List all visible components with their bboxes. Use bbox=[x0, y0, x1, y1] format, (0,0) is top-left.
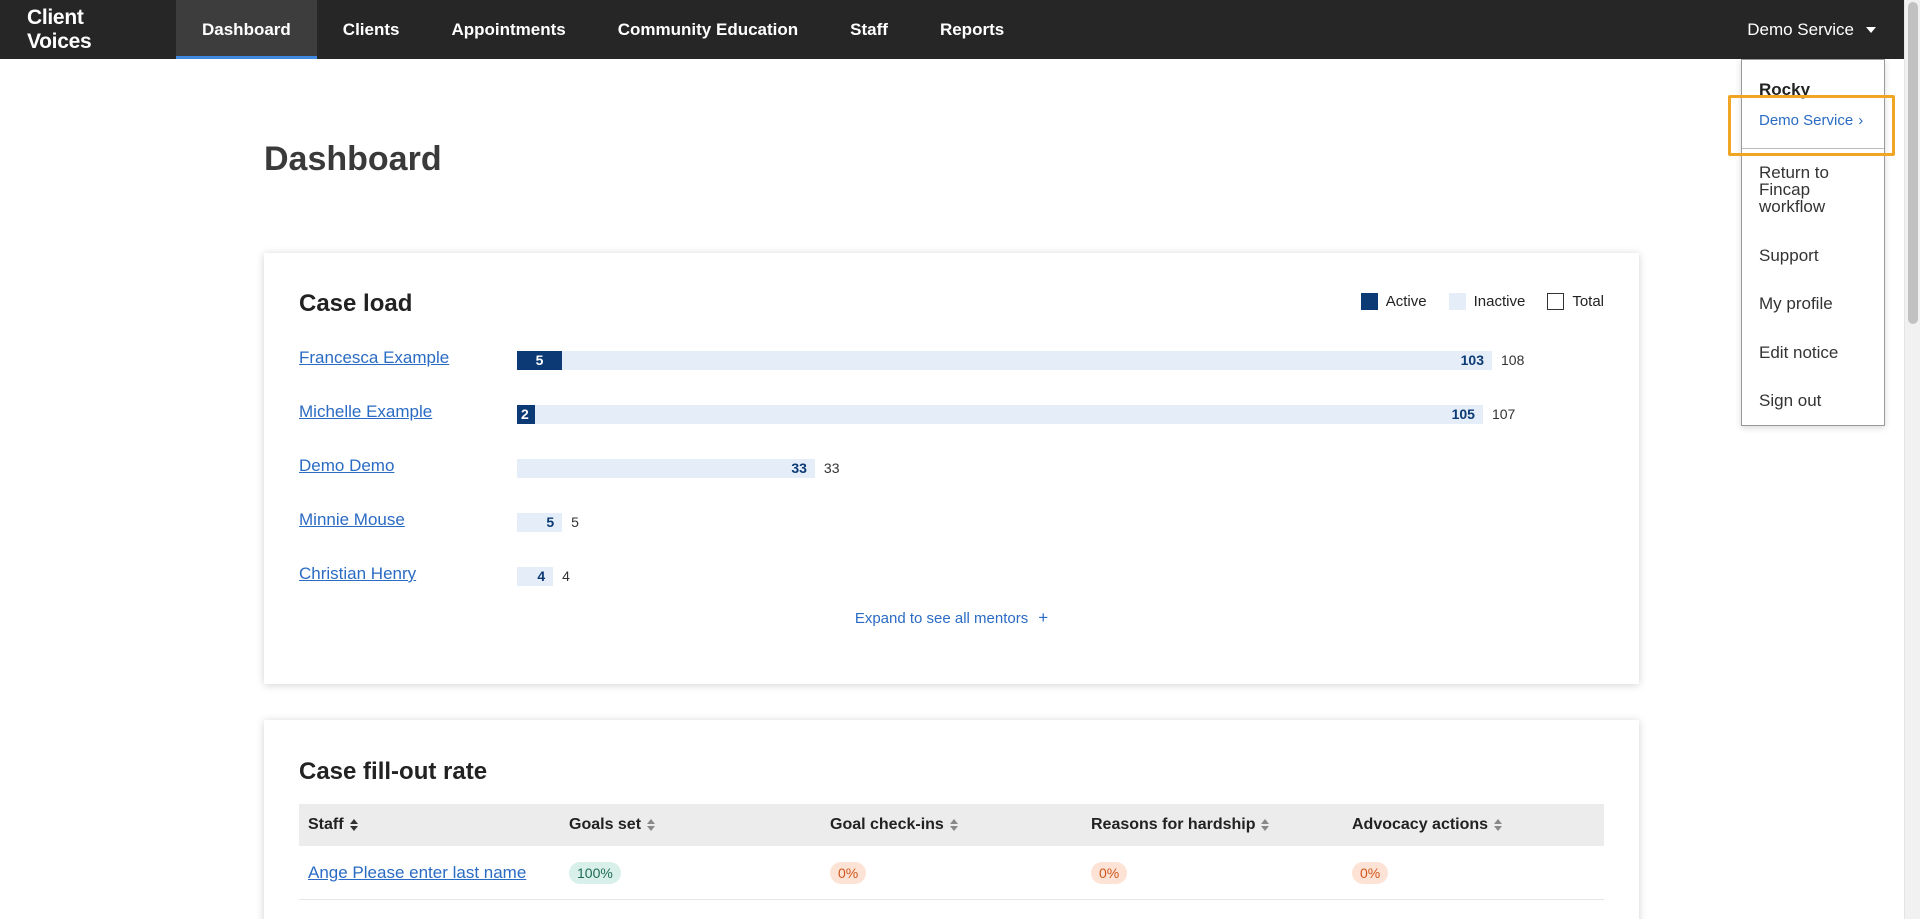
inactive-value-label: 5 bbox=[546, 514, 555, 530]
legend-swatch-total bbox=[1547, 293, 1565, 310]
col-header-label: Goal check-ins bbox=[830, 816, 944, 833]
brand-logo[interactable]: Client Voices bbox=[0, 0, 176, 59]
active-bar-segment: 2 bbox=[517, 405, 535, 424]
cell-goals-set: 100% bbox=[560, 861, 821, 884]
legend-label-total: Total bbox=[1572, 293, 1604, 310]
inactive-value-label: 33 bbox=[791, 460, 807, 476]
cell-staff: Ange Please enter last name bbox=[299, 863, 560, 883]
fillout-table: Staff Goals set Goal check-ins Reasons f… bbox=[299, 804, 1604, 900]
mentor-link[interactable]: Michelle Example bbox=[299, 402, 432, 422]
staff-link[interactable]: Ange Please enter last name bbox=[308, 863, 526, 882]
legend-label-inactive: Inactive bbox=[1473, 293, 1526, 310]
inactive-value-label: 4 bbox=[537, 568, 546, 584]
caseload-card: Case load Active Inactive Total Francesc… bbox=[264, 253, 1639, 684]
expand-mentors-label: Expand to see all mentors bbox=[854, 610, 1029, 627]
status-badge: 0% bbox=[1352, 861, 1389, 884]
sort-icon bbox=[1261, 819, 1270, 831]
sort-icon bbox=[647, 819, 656, 831]
top-nav: Client Voices Dashboard Clients Appointm… bbox=[0, 0, 1904, 59]
page-scrollbar[interactable] bbox=[1904, 0, 1920, 919]
caseload-bar: 4 bbox=[517, 567, 554, 586]
total-value-label: 5 bbox=[571, 514, 579, 530]
col-header-label: Advocacy actions bbox=[1352, 816, 1489, 833]
status-badge: 100% bbox=[569, 861, 621, 884]
nav-clients[interactable]: Clients bbox=[317, 0, 426, 59]
col-header-label: Staff bbox=[308, 816, 344, 833]
mentor-link[interactable]: Minnie Mouse bbox=[299, 510, 405, 530]
col-header-reasons-for-hardship[interactable]: Reasons for hardship bbox=[1082, 816, 1343, 834]
col-header-goal-check-ins[interactable]: Goal check-ins bbox=[821, 816, 1082, 834]
nav-dashboard[interactable]: Dashboard bbox=[176, 0, 317, 59]
caseload-row: Demo Demo 33 33 bbox=[299, 456, 1599, 478]
col-header-goals-set[interactable]: Goals set bbox=[560, 816, 821, 834]
fillout-title: Case fill-out rate bbox=[299, 758, 488, 785]
status-badge: 0% bbox=[830, 861, 867, 884]
cell-advocacy-actions: 0% bbox=[1343, 861, 1604, 884]
legend-swatch-active bbox=[1360, 293, 1378, 310]
sort-icon bbox=[1494, 819, 1503, 831]
dropdown-item-support[interactable]: Support bbox=[1759, 247, 1819, 264]
expand-mentors-button[interactable]: Expand to see all mentors + bbox=[264, 608, 1639, 628]
legend-inactive: Inactive bbox=[1448, 293, 1526, 310]
legend-swatch-inactive bbox=[1448, 293, 1466, 310]
inactive-value-label: 103 bbox=[1460, 352, 1484, 368]
nav-community-education[interactable]: Community Education bbox=[592, 0, 824, 59]
col-header-advocacy-actions[interactable]: Advocacy actions bbox=[1343, 816, 1604, 834]
nav-staff[interactable]: Staff bbox=[824, 0, 914, 59]
sort-icon bbox=[349, 819, 358, 831]
scrollbar-thumb[interactable] bbox=[1908, 2, 1918, 324]
cell-goal-check-ins: 0% bbox=[821, 861, 1082, 884]
active-bar-segment: 5 bbox=[517, 351, 562, 370]
service-menu-toggle[interactable]: Demo Service bbox=[1747, 0, 1904, 59]
table-row: Ange Please enter last name 100% 0% 0% 0… bbox=[299, 846, 1604, 900]
table-header: Staff Goals set Goal check-ins Reasons f… bbox=[299, 804, 1604, 846]
caseload-bar: 5 103 bbox=[517, 351, 1492, 370]
nav-appointments[interactable]: Appointments bbox=[425, 0, 591, 59]
col-header-label: Reasons for hardship bbox=[1091, 816, 1256, 833]
nav-reports[interactable]: Reports bbox=[914, 0, 1030, 59]
caseload-row: Minnie Mouse 5 5 bbox=[299, 510, 1599, 532]
dropdown-item-edit-notice[interactable]: Edit notice bbox=[1759, 344, 1838, 361]
caret-down-icon bbox=[1866, 26, 1876, 33]
dropdown-item-sign-out[interactable]: Sign out bbox=[1759, 392, 1821, 409]
sort-icon bbox=[949, 819, 958, 831]
caseload-bar: 2 105 bbox=[517, 405, 1483, 424]
caseload-bar: 5 bbox=[517, 513, 563, 532]
caseload-title: Case load bbox=[299, 290, 413, 317]
mentor-link[interactable]: Demo Demo bbox=[299, 456, 394, 476]
dropdown-item-return-to-fincap[interactable]: Return to Fincap workflow bbox=[1759, 164, 1869, 215]
plus-icon: + bbox=[1038, 608, 1049, 627]
caseload-legend: Active Inactive Total bbox=[1339, 293, 1604, 310]
fillout-card: Case fill-out rate Staff Goals set Goal … bbox=[264, 720, 1639, 919]
dropdown-item-my-profile[interactable]: My profile bbox=[1759, 295, 1833, 312]
status-badge: 0% bbox=[1091, 861, 1128, 884]
total-value-label: 108 bbox=[1501, 352, 1525, 368]
caseload-row: Francesca Example 5 103 108 bbox=[299, 348, 1599, 370]
mentor-link[interactable]: Francesca Example bbox=[299, 348, 449, 368]
legend-total: Total bbox=[1547, 293, 1604, 310]
caseload-row: Michelle Example 2 105 107 bbox=[299, 402, 1599, 424]
inactive-value-label: 105 bbox=[1451, 406, 1475, 422]
legend-active: Active bbox=[1360, 293, 1427, 310]
service-menu-label: Demo Service bbox=[1747, 19, 1854, 39]
mentor-link[interactable]: Christian Henry bbox=[299, 564, 416, 584]
focus-highlight-box bbox=[1728, 95, 1895, 156]
page-title: Dashboard bbox=[264, 140, 442, 178]
legend-label-active: Active bbox=[1385, 293, 1427, 310]
cell-reasons-for-hardship: 0% bbox=[1082, 861, 1343, 884]
col-header-label: Goals set bbox=[569, 816, 642, 833]
total-value-label: 4 bbox=[562, 568, 570, 584]
col-header-staff[interactable]: Staff bbox=[299, 816, 560, 834]
caseload-row: Christian Henry 4 4 bbox=[299, 564, 1599, 586]
total-value-label: 33 bbox=[823, 460, 840, 476]
total-value-label: 107 bbox=[1491, 406, 1516, 422]
caseload-bar: 33 bbox=[517, 459, 815, 478]
